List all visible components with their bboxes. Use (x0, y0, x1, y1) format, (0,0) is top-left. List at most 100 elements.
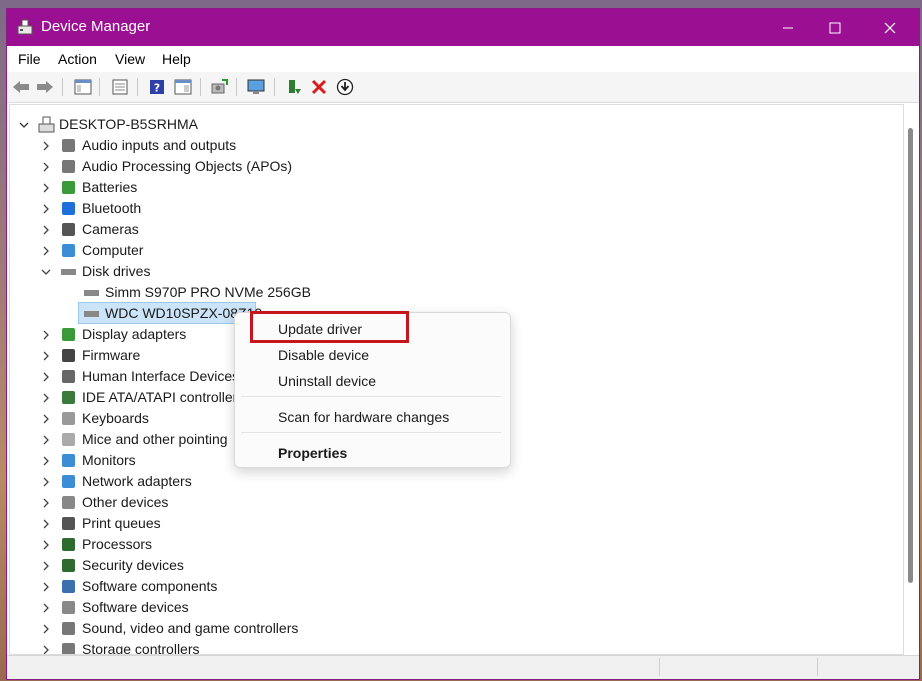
update-driver-button[interactable] (208, 76, 230, 98)
keyboard-icon (62, 412, 75, 425)
hid-icon (62, 370, 75, 383)
tree-category[interactable]: Storage controllers (10, 640, 890, 655)
action-pane-icon (174, 79, 192, 95)
tree-category[interactable]: Software components (10, 577, 890, 597)
uninstall-button[interactable] (308, 76, 330, 98)
chevron-right-icon[interactable] (41, 183, 51, 193)
computer-icon (38, 116, 55, 133)
tree-category-label: Print queues (82, 515, 161, 531)
tree-category[interactable]: Security devices (10, 556, 890, 576)
tree-category[interactable]: Print queues (10, 514, 890, 534)
tree-category-label: Display adapters (82, 326, 187, 342)
back-button[interactable] (10, 76, 32, 98)
chevron-right-icon[interactable] (41, 582, 51, 592)
tree-category-label: Audio inputs and outputs (82, 137, 237, 153)
maximize-button[interactable] (812, 9, 858, 46)
tree-category-label: IDE ATA/ATAPI controllers (82, 389, 245, 405)
tree-category[interactable]: Batteries (10, 178, 890, 198)
tree-category[interactable]: Network adapters (10, 472, 890, 492)
chevron-right-icon[interactable] (41, 393, 51, 403)
close-icon (884, 22, 896, 33)
tree-category-label: Software devices (82, 599, 189, 615)
tree-device-item[interactable]: Simm S970P PRO NVMe 256GB (10, 283, 890, 303)
chevron-right-icon[interactable] (41, 330, 51, 340)
back-arrow-icon (13, 81, 29, 93)
tree-category[interactable]: Cameras (10, 220, 890, 240)
tree-category[interactable]: Computer (10, 241, 890, 261)
tree-category[interactable]: Software devices (10, 598, 890, 618)
toolbar-separator (236, 78, 237, 96)
status-segment (659, 658, 660, 676)
chevron-right-icon[interactable] (41, 372, 51, 382)
window-title: Device Manager (41, 18, 151, 35)
tree-category-label: Keyboards (82, 410, 149, 426)
chevron-right-icon[interactable] (41, 414, 51, 424)
chevron-right-icon[interactable] (41, 498, 51, 508)
chevron-right-icon[interactable] (41, 204, 51, 214)
storage-icon (62, 643, 75, 654)
scan-hardware-button[interactable] (245, 76, 267, 98)
chevron-right-icon[interactable] (41, 561, 51, 571)
tree-category-label: Cameras (82, 221, 139, 237)
disk-drive-icon (84, 290, 99, 296)
processor-icon (62, 538, 75, 551)
scrollbar-thumb[interactable] (908, 128, 913, 583)
tree-category[interactable]: Bluetooth (10, 199, 890, 219)
tree-category[interactable]: Processors (10, 535, 890, 555)
chevron-right-icon[interactable] (41, 435, 51, 445)
chevron-right-icon[interactable] (41, 519, 51, 529)
chevron-down-icon[interactable] (41, 267, 51, 277)
menu-help[interactable]: Help (162, 51, 191, 67)
unknown-device-icon (62, 496, 75, 509)
tree-category[interactable]: Other devices (10, 493, 890, 513)
tree-category-label: Audio Processing Objects (APOs) (82, 158, 293, 174)
menu-file[interactable]: File (18, 51, 41, 67)
properties-menu-item[interactable]: Properties (278, 445, 347, 461)
vertical-scrollbar[interactable] (904, 104, 917, 653)
tree-category-label: Storage controllers (82, 641, 200, 655)
uninstall-device-menu-item[interactable]: Uninstall device (278, 373, 376, 389)
minimize-button[interactable] (765, 9, 811, 46)
toolbar-separator (137, 78, 138, 96)
menu-bar: File Action View Help (7, 46, 919, 72)
help-button[interactable]: ? (146, 76, 168, 98)
download-button[interactable] (334, 76, 356, 98)
scan-hardware-menu-item[interactable]: Scan for hardware changes (278, 409, 449, 425)
menu-action[interactable]: Action (58, 51, 97, 67)
chevron-right-icon[interactable] (41, 351, 51, 361)
chevron-right-icon[interactable] (41, 603, 51, 613)
tree-category-label: Processors (82, 536, 153, 552)
help-icon: ? (150, 80, 164, 95)
menu-separator (241, 432, 501, 433)
chevron-right-icon[interactable] (41, 225, 51, 235)
ide-controller-icon (62, 391, 75, 404)
tree-root[interactable]: DESKTOP-B5SRHMA (10, 115, 890, 135)
chevron-right-icon[interactable] (41, 540, 51, 550)
display-adapter-icon (62, 328, 75, 341)
chevron-right-icon[interactable] (41, 141, 51, 151)
chevron-right-icon[interactable] (41, 456, 51, 466)
chevron-down-icon[interactable] (19, 120, 29, 130)
close-button[interactable] (867, 9, 913, 46)
chevron-right-icon[interactable] (41, 162, 51, 172)
action-pane-button[interactable] (172, 76, 194, 98)
tree-category-label: Firmware (82, 347, 141, 363)
disk-drive-icon (84, 311, 99, 317)
show-hide-tree-button[interactable] (72, 76, 94, 98)
tree-category[interactable]: Sound, video and game controllers (10, 619, 890, 639)
svg-text:?: ? (154, 82, 160, 95)
software-device-icon (62, 601, 75, 614)
chevron-right-icon[interactable] (41, 624, 51, 634)
tree-category[interactable]: Disk drives (10, 262, 890, 282)
chevron-right-icon[interactable] (41, 246, 51, 256)
menu-view[interactable]: View (115, 51, 145, 67)
chevron-right-icon[interactable] (41, 477, 51, 487)
forward-button[interactable] (34, 76, 56, 98)
properties-button[interactable] (109, 76, 131, 98)
enable-device-button[interactable] (283, 76, 305, 98)
disable-device-menu-item[interactable]: Disable device (278, 347, 369, 363)
uninstall-icon (311, 79, 327, 95)
chevron-right-icon[interactable] (41, 645, 51, 655)
tree-category[interactable]: Audio Processing Objects (APOs) (10, 157, 890, 177)
tree-category[interactable]: Audio inputs and outputs (10, 136, 890, 156)
